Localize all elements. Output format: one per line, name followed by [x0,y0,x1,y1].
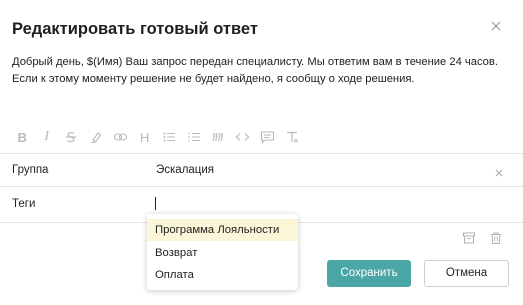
group-label: Группа [12,164,49,176]
italic-icon[interactable]: I [35,128,60,146]
group-divider [0,186,523,187]
archive-icon[interactable] [462,231,476,245]
tags-input[interactable] [150,193,490,215]
code-icon[interactable] [231,128,256,146]
trash-icon[interactable] [489,231,503,245]
clear-group-icon[interactable] [494,165,504,177]
dialog-title: Редактировать готовый ответ [12,20,258,38]
link-icon[interactable] [108,128,133,146]
heading-icon[interactable]: H [133,128,158,146]
tags-dropdown: Программа Лояльности Возврат Оплата [147,214,298,290]
dropdown-option[interactable]: Программа Лояльности [147,219,298,241]
comment-icon[interactable] [255,128,280,146]
text-caret [155,197,156,210]
bold-label: B [17,129,27,145]
cancel-button[interactable]: Отмена [424,260,509,287]
group-value[interactable]: Эскалация [156,164,214,176]
dropdown-option[interactable]: Возврат [147,242,298,264]
numbered-list-icon[interactable] [182,128,207,146]
heading-label: H [140,129,150,145]
toolbar-divider [0,153,523,154]
formatting-toolbar: B I H [10,128,304,146]
bulleted-list-icon[interactable] [157,128,182,146]
highlight-icon[interactable] [84,128,109,146]
strikethrough-icon[interactable] [59,128,84,146]
dropdown-option[interactable]: Оплата [147,264,298,286]
reply-message-text[interactable]: Добрый день, $(Имя) Ваш запрос передан с… [12,54,512,88]
save-button[interactable]: Сохранить [327,260,411,287]
tags-label: Теги [12,198,36,210]
edit-template-dialog: Редактировать готовый ответ Добрый день,… [0,0,523,305]
clear-format-icon[interactable] [280,128,305,146]
quote-icon[interactable] [206,128,231,146]
bold-icon[interactable]: B [10,128,35,146]
close-icon[interactable] [489,19,503,33]
italic-label: I [44,129,50,144]
